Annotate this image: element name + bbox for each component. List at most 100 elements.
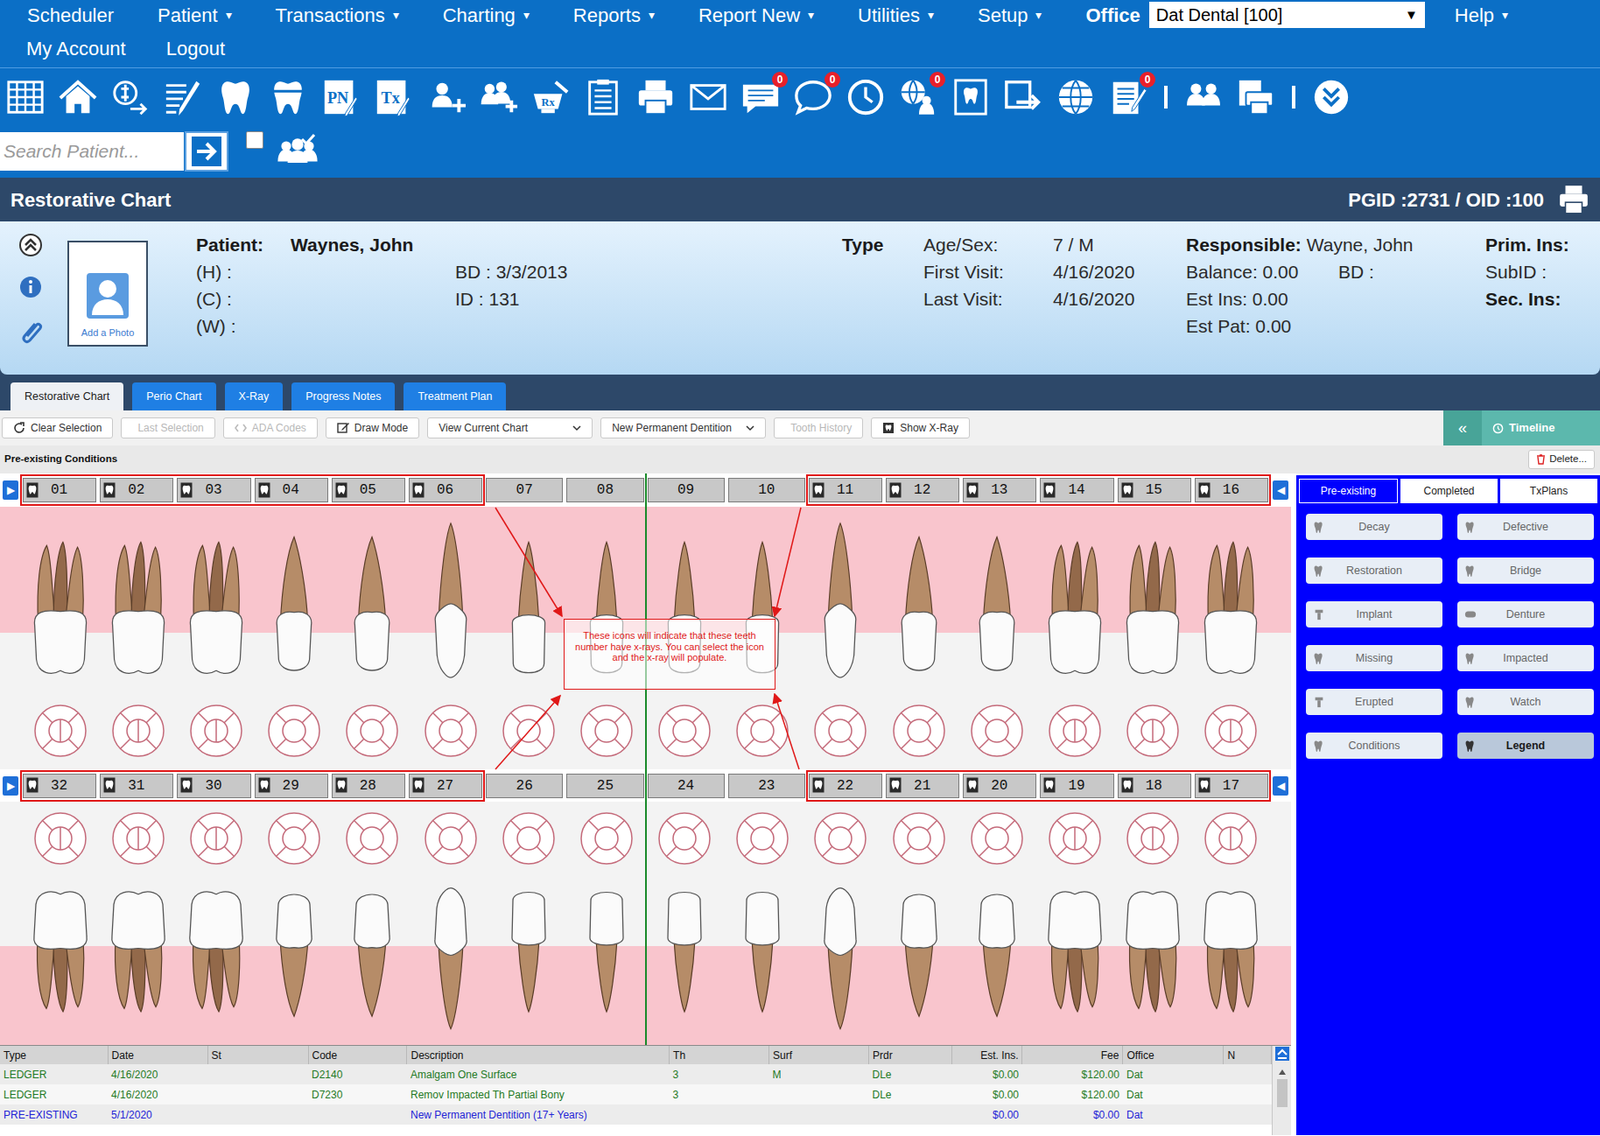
tooth-number-label[interactable]: 08 <box>596 479 614 501</box>
condition-button[interactable]: Watch <box>1457 688 1594 716</box>
tooth-surfaces[interactable] <box>957 808 1036 869</box>
column-label[interactable]: N <box>1227 1049 1236 1062</box>
xray-button[interactable] <box>26 775 39 797</box>
xray-button[interactable] <box>812 479 825 501</box>
menu-label[interactable]: Help <box>1454 0 1495 30</box>
tooth-surfaces[interactable] <box>98 701 177 761</box>
xray-button[interactable] <box>258 479 271 501</box>
tooth-surfaces[interactable] <box>1035 701 1114 761</box>
toolbar-button[interactable] <box>57 77 99 118</box>
tooth-surfaces[interactable] <box>645 808 724 869</box>
button-label[interactable]: Implant <box>1325 606 1436 624</box>
tooth-number[interactable]: 06 <box>407 477 485 503</box>
nav-right-button[interactable]: ◀ <box>1272 776 1289 796</box>
toolbar-button[interactable]: Show X-Ray <box>870 417 970 439</box>
tooth-number-label[interactable]: 30 <box>204 775 222 797</box>
tooth-surfaces[interactable] <box>411 808 490 869</box>
view-select[interactable]: New Permanent Dentition <box>600 417 766 439</box>
tooth-number-label[interactable]: 15 <box>1145 479 1163 501</box>
column-label[interactable]: Surf <box>772 1049 793 1062</box>
menu-item[interactable]: Report New▾ <box>698 0 815 30</box>
tooth-number[interactable]: 18 <box>1115 773 1193 799</box>
tab[interactable]: X-Ray <box>224 382 284 411</box>
tooth-number-label[interactable]: 28 <box>359 775 377 797</box>
xray-button[interactable] <box>103 775 116 797</box>
xray-button[interactable] <box>412 775 425 797</box>
panel-tab[interactable]: Completed <box>1400 478 1498 504</box>
column-header[interactable]: N <box>1223 1045 1272 1065</box>
tooth-surfaces[interactable] <box>879 808 958 869</box>
column-header[interactable]: Code <box>308 1045 408 1065</box>
condition-button[interactable]: Legend <box>1457 732 1594 759</box>
menu-link[interactable]: Logout <box>166 34 225 64</box>
condition-button[interactable]: Defective <box>1457 513 1594 541</box>
toolbar-button[interactable]: 0 <box>1108 77 1149 118</box>
tooth-number[interactable]: 02 <box>98 477 176 503</box>
tooth[interactable] <box>98 506 177 693</box>
nav-left-button[interactable]: ▶ <box>2 776 19 796</box>
group-check-button[interactable] <box>275 132 320 171</box>
tooth[interactable] <box>411 506 490 693</box>
tooth-surfaces[interactable] <box>489 808 568 869</box>
xray-button[interactable] <box>103 479 116 501</box>
info-button[interactable] <box>18 274 43 300</box>
menu-item[interactable]: Utilities▾ <box>857 0 934 30</box>
search-button[interactable] <box>184 131 229 172</box>
column-header[interactable]: Est. Ins. <box>951 1045 1023 1065</box>
tooth-surfaces[interactable] <box>1192 808 1271 869</box>
tooth[interactable] <box>21 874 99 1046</box>
column-header[interactable]: Description <box>407 1045 670 1065</box>
column-label[interactable]: Type <box>3 1049 27 1062</box>
tooth[interactable] <box>176 874 255 1046</box>
xray-button[interactable] <box>26 479 39 501</box>
tooth-number[interactable]: 09 <box>645 477 727 503</box>
xray-button[interactable] <box>1043 479 1056 501</box>
xray-button[interactable] <box>1198 479 1211 501</box>
column-label[interactable]: Code <box>312 1049 338 1062</box>
toolbar-button[interactable] <box>845 77 886 118</box>
tab-label[interactable]: Completed <box>1423 483 1474 499</box>
tooth-number-label[interactable]: 16 <box>1222 479 1240 501</box>
button-label[interactable]: Bridge <box>1476 562 1587 580</box>
menu-item[interactable]: Help▾ <box>1454 0 1509 30</box>
tooth[interactable] <box>489 874 568 1046</box>
toolbar-button[interactable] <box>1055 77 1096 118</box>
tooth[interactable] <box>176 506 255 693</box>
tooth[interactable] <box>333 874 412 1046</box>
button-label[interactable]: Restoration <box>1325 562 1436 580</box>
tooth-surfaces[interactable] <box>255 701 334 761</box>
column-label[interactable]: Est. Ins. <box>980 1049 1018 1062</box>
view-select[interactable]: View Current Chart <box>427 417 593 439</box>
tooth-surfaces[interactable] <box>333 808 412 869</box>
tooth-number[interactable]: 01 <box>21 477 99 503</box>
tooth-number-label[interactable]: 29 <box>282 775 300 797</box>
tooth-number[interactable]: 11 <box>807 477 885 503</box>
tooth-number[interactable]: 27 <box>407 773 485 799</box>
tooth-surfaces[interactable] <box>411 701 490 761</box>
button-label[interactable]: Missing <box>1325 650 1436 667</box>
tooth-number[interactable]: 22 <box>807 773 885 799</box>
toolbar-button[interactable] <box>425 77 466 118</box>
tooth-surfaces[interactable] <box>567 701 646 761</box>
tooth-number-label[interactable]: 21 <box>913 775 931 797</box>
select-value[interactable]: New Permanent Dentition <box>611 421 732 435</box>
tooth-number[interactable]: 03 <box>175 477 253 503</box>
tooth-number[interactable]: 15 <box>1115 477 1193 503</box>
tab[interactable]: Perio Chart <box>132 382 216 411</box>
menu-item[interactable]: Setup▾ <box>977 0 1043 30</box>
menu-label[interactable]: Reports <box>573 0 641 30</box>
ledger-row[interactable]: LEDGER4/16/2020D2140Amalgam One Surface3… <box>0 1064 1272 1085</box>
tooth[interactable] <box>879 874 958 1046</box>
toolbar-button[interactable] <box>1183 77 1224 118</box>
tab-label[interactable]: X-Ray <box>238 388 270 406</box>
tooth-number[interactable]: 28 <box>329 773 408 799</box>
print-button[interactable] <box>1556 182 1592 217</box>
column-label[interactable]: Th <box>673 1049 686 1062</box>
tooth-number-label[interactable]: 18 <box>1145 775 1163 797</box>
tooth-number[interactable]: 24 <box>645 773 727 799</box>
tooth-number-label[interactable]: 10 <box>757 479 775 501</box>
timeline-label[interactable]: Timeline <box>1508 419 1556 437</box>
office-select[interactable]: Dat Dental [100]▼ <box>1149 1 1425 29</box>
tab-label[interactable]: Treatment Plan <box>417 388 492 406</box>
tooth[interactable] <box>333 506 412 693</box>
